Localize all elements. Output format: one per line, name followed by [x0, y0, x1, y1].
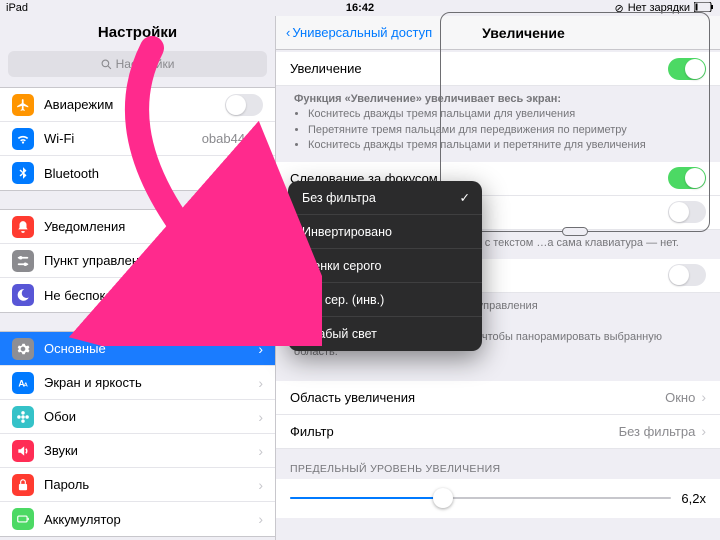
sidebar-item-label: Пароль: [44, 477, 258, 492]
chevron-right-icon: ›: [258, 253, 263, 269]
status-bar: iPad 16:42 ⊘ Нет зарядки: [0, 0, 720, 16]
speaker-icon: [12, 440, 34, 462]
filter-popover: Без фильтра ✓ Инвертировано ттенки серог…: [288, 181, 482, 351]
search-input[interactable]: Настройки: [8, 51, 267, 77]
back-button[interactable]: ‹ Универсальный доступ: [286, 25, 432, 40]
bell-icon: [12, 216, 34, 238]
svg-text:A: A: [24, 382, 29, 388]
flower-icon: [12, 406, 34, 428]
search-placeholder: Настройки: [116, 57, 175, 71]
chevron-right-icon: ›: [258, 511, 263, 527]
zoom-toggle[interactable]: [668, 58, 706, 80]
filter-option-inverted[interactable]: Инвертировано: [288, 215, 482, 249]
status-right: ⊘ Нет зарядки: [615, 2, 715, 15]
max-zoom-label: ПРЕДЕЛЬНЫЙ УРОВЕНЬ УВЕЛИЧЕНИЯ: [276, 449, 720, 479]
sidebar-item-label: Уведомления: [44, 219, 258, 234]
sidebar-item-label: Экран и яркость: [44, 375, 258, 390]
keyboard-toggle[interactable]: [668, 201, 706, 223]
max-zoom-slider[interactable]: [290, 497, 671, 499]
row-max-zoom: 6,2x: [276, 479, 720, 518]
chevron-right-icon: ›: [258, 131, 263, 147]
chevron-right-icon: ›: [258, 443, 263, 459]
sidebar-item-dnd[interactable]: Не беспокоить ›: [0, 278, 275, 312]
switches-icon: [12, 250, 34, 272]
sidebar-item-notifications[interactable]: Уведомления ›: [0, 210, 275, 244]
sidebar-item-general[interactable]: Основные ›: [0, 332, 275, 366]
sidebar-group-2: Уведомления › Пункт управления › Не бесп…: [0, 209, 275, 313]
bluetooth-value: Выкл.: [217, 166, 252, 181]
sidebar-item-display[interactable]: AA Экран и яркость ›: [0, 366, 275, 400]
sidebar-item-label: Обои: [44, 409, 258, 424]
chevron-right-icon: ›: [701, 423, 706, 439]
sidebar-item-battery[interactable]: Аккумулятор ›: [0, 502, 275, 536]
chevron-right-icon: ›: [258, 409, 263, 425]
moon-icon: [12, 284, 34, 306]
filter-option-lowlight[interactable]: Слабый свет: [288, 317, 482, 351]
max-zoom-value: 6,2x: [681, 491, 706, 506]
follow-toggle[interactable]: [668, 167, 706, 189]
device-label: iPad: [6, 2, 28, 14]
sidebar-item-label: Звуки: [44, 443, 258, 458]
clock: 16:42: [346, 2, 374, 14]
sidebar-group-1: Авиарежим Wi-Fi obab444 › Bluetooth Выкл…: [0, 87, 275, 191]
zoom-description: Функция «Увеличение» увеличивает весь эк…: [276, 86, 720, 162]
sidebar-item-label: Wi-Fi: [44, 131, 202, 146]
settings-sidebar: Настройки Настройки Авиарежим Wi-Fi obab…: [0, 16, 276, 540]
chevron-left-icon: ‹: [286, 25, 290, 40]
detail-nav: ‹ Универсальный доступ Увеличение: [276, 16, 720, 50]
sidebar-item-label: Авиарежим: [44, 97, 225, 112]
nocharge-icon: ⊘: [615, 2, 624, 15]
sidebar-item-wifi[interactable]: Wi-Fi obab444 ›: [0, 122, 275, 156]
region-label: Область увеличения: [290, 390, 665, 405]
sidebar-item-label: Основные: [44, 341, 258, 356]
airplane-toggle[interactable]: [225, 94, 263, 116]
row-filter[interactable]: Фильтр Без фильтра ›: [276, 415, 720, 449]
sidebar-item-label: Bluetooth: [44, 166, 217, 181]
wifi-value: obab444: [202, 131, 253, 146]
row-zoom[interactable]: Увеличение: [276, 52, 720, 86]
check-icon: ✓: [460, 190, 470, 205]
chevron-right-icon: ›: [258, 375, 263, 391]
chevron-right-icon: ›: [701, 389, 706, 405]
filter-label: Фильтр: [290, 424, 619, 439]
filter-option-grayscale-inv[interactable]: нки сер. (инв.): [288, 283, 482, 317]
chevron-right-icon: ›: [258, 477, 263, 493]
row-zoom-region[interactable]: Область увеличения Окно ›: [276, 381, 720, 415]
sidebar-item-control-center[interactable]: Пункт управления ›: [0, 244, 275, 278]
sidebar-item-wallpaper[interactable]: Обои ›: [0, 400, 275, 434]
sidebar-item-passcode[interactable]: Пароль ›: [0, 468, 275, 502]
bluetooth-icon: [12, 162, 34, 184]
filter-value: Без фильтра: [619, 424, 696, 439]
battery-icon: [694, 2, 714, 15]
airplane-icon: [12, 94, 34, 116]
filter-option-none[interactable]: Без фильтра ✓: [288, 181, 482, 215]
gear-icon: [12, 338, 34, 360]
aa-icon: AA: [12, 372, 34, 394]
filter-option-grayscale[interactable]: ттенки серого: [288, 249, 482, 283]
sidebar-item-label: Аккумулятор: [44, 512, 258, 527]
detail-title: Увеличение: [482, 25, 565, 41]
sidebar-item-label: Пункт управления: [44, 253, 258, 268]
battery-icon: [12, 508, 34, 530]
chevron-right-icon: ›: [258, 165, 263, 181]
search-icon: [101, 59, 112, 70]
chevron-right-icon: ›: [258, 287, 263, 303]
zoom-label: Увеличение: [290, 61, 668, 76]
region-value: Окно: [665, 390, 695, 405]
page-title: Настройки: [0, 16, 275, 51]
sidebar-item-bluetooth[interactable]: Bluetooth Выкл. ›: [0, 156, 275, 190]
sidebar-item-airplane[interactable]: Авиарежим: [0, 88, 275, 122]
chevron-right-icon: ›: [258, 219, 263, 235]
sidebar-item-label: Не беспокоить: [44, 288, 258, 303]
chevron-right-icon: ›: [258, 341, 263, 357]
wifi-icon: [12, 128, 34, 150]
controller-toggle[interactable]: [668, 264, 706, 286]
back-label: Универсальный доступ: [292, 25, 432, 40]
charge-label: Нет зарядки: [628, 2, 690, 14]
sidebar-item-sounds[interactable]: Звуки ›: [0, 434, 275, 468]
lock-icon: [12, 474, 34, 496]
sidebar-group-3: Основные › AA Экран и яркость › Обои › З…: [0, 331, 275, 537]
